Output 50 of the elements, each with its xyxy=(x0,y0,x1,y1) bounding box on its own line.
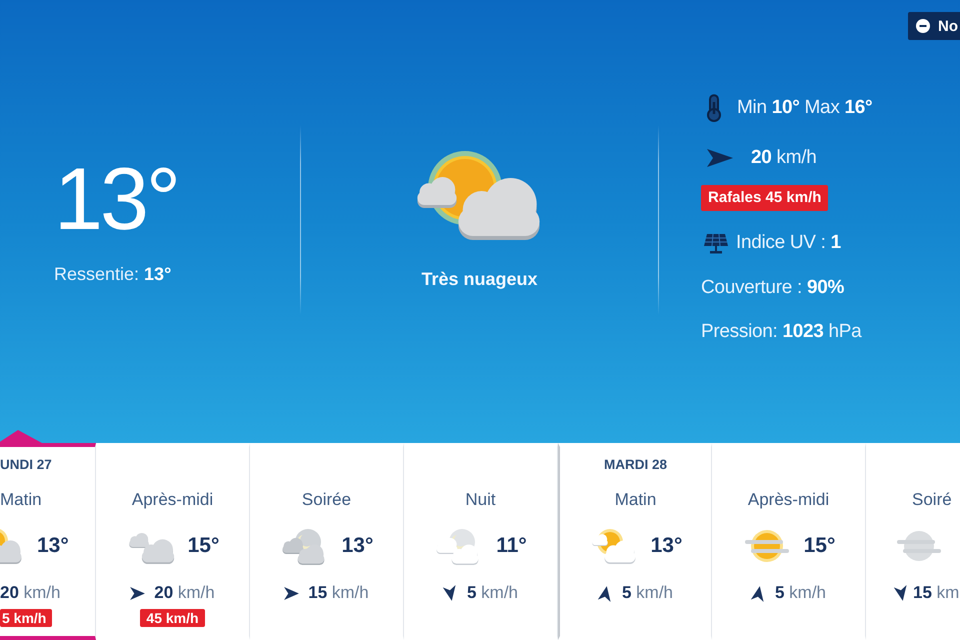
period-label: Après-midi xyxy=(748,489,830,511)
forecast-period[interactable]: Soirée 13° 15 km/h xyxy=(250,443,404,640)
wind-speed: 20 km/h xyxy=(751,146,816,170)
forecast-period[interactable]: MARDI 28 Matin 13° 5 km/h xyxy=(558,443,712,640)
minus-circle-icon xyxy=(916,19,930,33)
wind-speed: 20 km/h xyxy=(154,583,215,603)
temperature-text: 13° xyxy=(342,534,374,558)
min-max-text: Min 10° Max 16° xyxy=(737,96,872,120)
top-button[interactable]: No xyxy=(908,12,960,40)
period-label: Matin xyxy=(0,489,42,511)
solar-panel-icon xyxy=(703,232,729,254)
wind-speed: 5 km/h xyxy=(774,583,826,603)
day-label: MARDI 28 xyxy=(604,456,667,474)
wind-arrow-icon xyxy=(284,586,300,600)
forecast-period[interactable]: Soiré 15 km xyxy=(866,443,960,640)
feels-like-text: Ressentie: 13° xyxy=(54,262,172,286)
period-label: Matin xyxy=(614,489,656,511)
forecast-period[interactable]: Après-midi 15° 5 km/h xyxy=(712,443,866,640)
period-label: Soirée xyxy=(302,489,352,511)
current-temperature: 13° xyxy=(54,154,178,242)
wind-arrow-icon xyxy=(894,584,910,602)
wind-arrow-icon xyxy=(130,586,146,600)
gust-label: Rafales 45 km/h xyxy=(701,185,828,211)
temperature-text: 15° xyxy=(804,534,836,558)
condition-text: Très nuageux xyxy=(421,268,538,290)
gust-label: 5 km/h xyxy=(0,609,52,627)
day-label: UNDI 27 xyxy=(0,456,52,474)
temperature-text: 11° xyxy=(496,534,527,558)
wind-speed: 15 km/h xyxy=(308,583,369,603)
period-label: Après-midi xyxy=(132,489,214,511)
forecast-period[interactable]: Nuit 11° 5 km/h xyxy=(404,443,558,640)
gust-label: 45 km/h xyxy=(140,609,205,627)
temperature-text: 13° xyxy=(650,534,682,558)
period-label: Soiré xyxy=(912,489,952,511)
wind-speed: 20 km/h xyxy=(0,583,60,603)
thermometer-icon xyxy=(706,94,722,122)
wind-arrow-icon xyxy=(750,584,766,602)
temperature-text: 13° xyxy=(37,534,69,558)
period-label: Nuit xyxy=(465,489,496,511)
cloud-cover-text: Couverture : 90% xyxy=(701,276,844,300)
uv-index-text: Indice UV : 1 xyxy=(736,231,841,255)
wind-speed: 15 km xyxy=(913,583,960,603)
wind-arrow-icon xyxy=(442,584,458,602)
wind-speed: 5 km/h xyxy=(622,583,674,603)
wind-speed: 5 km/h xyxy=(466,583,518,603)
forecast-period[interactable]: Après-midi 15° 20 km/h 45 km/h xyxy=(96,443,250,640)
temperature-text: 15° xyxy=(188,534,220,558)
wind-arrow-icon xyxy=(707,149,733,167)
wind-arrow-icon xyxy=(598,584,614,602)
pressure-text: Pression: 1023 hPa xyxy=(701,320,862,344)
